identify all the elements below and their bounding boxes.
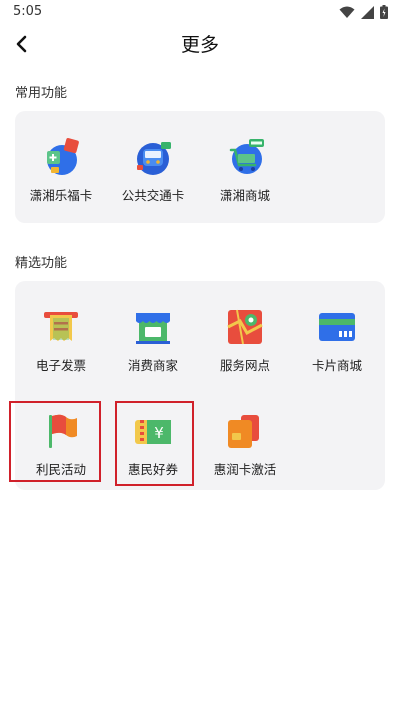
shop-cart-icon xyxy=(229,139,264,174)
tile-service-outlets[interactable]: 服务网点 xyxy=(199,307,291,387)
tile-label: 卡片商城 xyxy=(311,358,362,373)
wifi-icon xyxy=(339,6,355,18)
status-bar: 5:05 xyxy=(0,0,400,26)
tile-label: 潇湘乐福卡 xyxy=(29,188,93,203)
tile-benefit-coupons[interactable]: ¥ 惠民好券 xyxy=(107,411,199,491)
tile-card-shop[interactable]: 卡片商城 xyxy=(291,307,383,387)
tile-label: 惠民好券 xyxy=(127,462,178,477)
tile-label: 公共交通卡 xyxy=(121,188,185,203)
tile-label: 潇湘商城 xyxy=(219,188,270,203)
svg-text:¥: ¥ xyxy=(154,424,164,442)
coupon-icon: ¥ xyxy=(135,420,171,444)
page-title: 更多 xyxy=(180,34,219,56)
tile-label: 惠润卡激活 xyxy=(213,462,277,477)
status-icons xyxy=(339,5,388,19)
tile-xiaoxiang-mall[interactable]: 潇湘商城 xyxy=(199,137,291,217)
section-title-featured: 精选功能 xyxy=(15,256,68,271)
map-icon xyxy=(227,309,263,345)
tile-benefit-activities[interactable]: 利民活动 xyxy=(15,411,107,491)
store-icon xyxy=(136,313,170,344)
tile-public-transport-card[interactable]: 公共交通卡 xyxy=(107,137,199,217)
header: 更多 xyxy=(0,26,400,62)
featured-functions-card: 电子发票 消费商家 服务网点 卡片商城 利民活动 ¥ 惠民好券 惠润卡激活 xyxy=(15,281,385,490)
section-title-common: 常用功能 xyxy=(15,86,68,101)
tile-consumer-merchants[interactable]: 消费商家 xyxy=(107,307,199,387)
flag-icon xyxy=(49,414,77,448)
invoice-icon xyxy=(44,312,78,341)
card-gift-icon xyxy=(47,138,79,175)
tile-label: 利民活动 xyxy=(35,462,86,477)
battery-icon xyxy=(380,5,388,19)
signal-icon xyxy=(361,5,374,19)
tile-label: 服务网点 xyxy=(219,358,270,373)
tile-label: 消费商家 xyxy=(127,358,178,373)
tile-e-invoice[interactable]: 电子发票 xyxy=(15,307,107,387)
card-activate-icon xyxy=(228,415,259,448)
status-time: 5:05 xyxy=(13,4,43,19)
tile-xiaoxiang-lefu-card[interactable]: 潇湘乐福卡 xyxy=(15,137,107,217)
bus-card-icon xyxy=(137,142,171,175)
common-functions-card: 潇湘乐福卡 公共交通卡 潇湘商城 xyxy=(15,111,385,223)
tile-huirun-card-activation[interactable]: 惠润卡激活 xyxy=(199,411,291,491)
card-shop-icon xyxy=(319,313,355,341)
tile-label: 电子发票 xyxy=(35,358,86,373)
